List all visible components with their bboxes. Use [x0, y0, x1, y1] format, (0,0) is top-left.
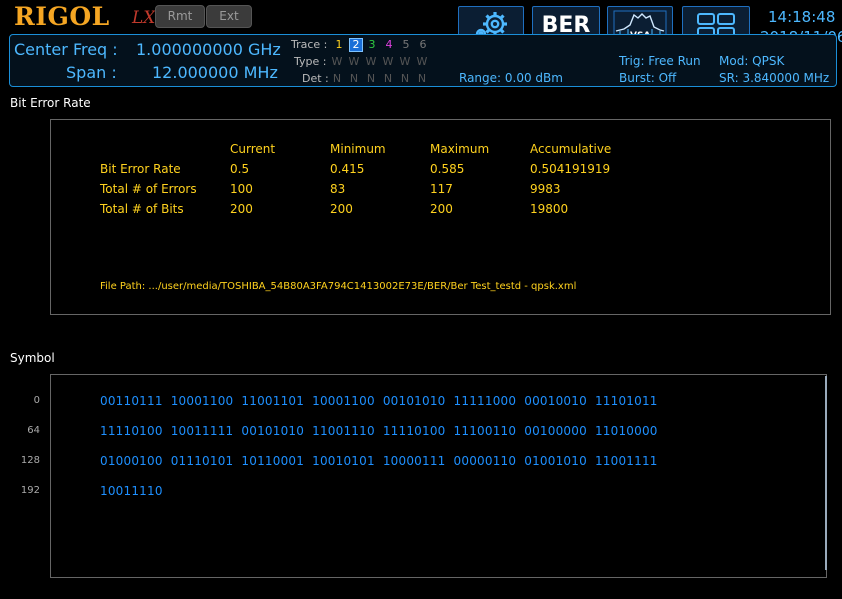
- trace-det: N: [349, 72, 359, 85]
- remote-button[interactable]: Rmt: [155, 5, 205, 28]
- trace-1[interactable]: 1: [333, 38, 345, 51]
- table-cell: 0.585: [430, 162, 465, 176]
- trace-type: W: [365, 55, 377, 68]
- range-value[interactable]: Range: 0.00 dBm: [459, 71, 563, 85]
- symbol-rate-status: SR: 3.840000 MHz: [719, 71, 830, 85]
- trace-det: N: [332, 72, 342, 85]
- symbol-row: 01000100 01110101 10110001 10010101 1000…: [100, 454, 658, 468]
- table-cell: 0.5: [230, 162, 250, 176]
- center-freq-value[interactable]: 1.000000000 GHz: [136, 40, 281, 59]
- det-label: Det :: [302, 72, 329, 85]
- column-header: Current: [230, 142, 276, 156]
- span-label: Span :: [66, 63, 117, 82]
- column-header: Maximum: [430, 142, 490, 156]
- row-index: 128: [20, 455, 40, 466]
- trace-type: W: [416, 55, 428, 68]
- row-label: Bit Error Rate: [100, 162, 181, 176]
- trace-det: N: [383, 72, 393, 85]
- type-label: Type :: [294, 55, 327, 68]
- clock-time: 14:18:48: [768, 8, 836, 26]
- row-label: Total # of Bits: [100, 202, 184, 216]
- trace-det: N: [366, 72, 376, 85]
- trace-4[interactable]: 4: [383, 38, 395, 51]
- center-freq-label: Center Freq :: [14, 40, 118, 59]
- symbol-scrollbar[interactable]: [825, 376, 827, 570]
- trace-type: W: [348, 55, 360, 68]
- table-cell: 0.415: [330, 162, 365, 176]
- table-cell: 117: [430, 182, 453, 196]
- trigger-status: Trig: Free Run: [619, 54, 701, 68]
- trace-type: W: [382, 55, 394, 68]
- symbol-row: 00110111 10001100 11001101 10001100 0010…: [100, 394, 658, 408]
- column-header: Accumulative: [530, 142, 612, 156]
- table-cell: 0.504191919: [530, 162, 611, 176]
- row-index: 64: [27, 425, 40, 436]
- ber-section-title: Bit Error Rate: [10, 96, 91, 110]
- modulation-status: Mod: QPSK: [719, 54, 785, 68]
- column-header: Minimum: [330, 142, 386, 156]
- row-index: 192: [20, 485, 40, 496]
- trace-label: Trace :: [291, 38, 328, 51]
- table-cell: 200: [230, 202, 253, 216]
- symbol-row: 10011110: [100, 484, 163, 498]
- trace-det: N: [400, 72, 410, 85]
- trace-3[interactable]: 3: [366, 38, 378, 51]
- rigol-logo: RIGOL: [14, 2, 110, 31]
- table-cell: 9983: [530, 182, 561, 196]
- trace-2-selected[interactable]: 2: [349, 38, 363, 52]
- trace-5[interactable]: 5: [400, 38, 412, 51]
- file-path: File Path: .../user/media/TOSHIBA_54B80A…: [100, 281, 577, 292]
- span-value[interactable]: 12.000000 MHz: [152, 63, 278, 82]
- symbol-row: 11110100 10011111 00101010 11001110 1111…: [100, 424, 658, 438]
- table-cell: 100: [230, 182, 253, 196]
- table-cell: 83: [330, 182, 346, 196]
- symbol-section-title: Symbol: [10, 351, 55, 365]
- trace-6[interactable]: 6: [417, 38, 429, 51]
- table-cell: 19800: [530, 202, 569, 216]
- table-cell: 200: [330, 202, 353, 216]
- trace-type: W: [331, 55, 343, 68]
- burst-status: Burst: Off: [619, 71, 677, 85]
- external-button[interactable]: Ext: [206, 5, 252, 28]
- trace-type: W: [399, 55, 411, 68]
- row-label: Total # of Errors: [100, 182, 197, 196]
- trace-det: N: [417, 72, 427, 85]
- table-cell: 200: [430, 202, 453, 216]
- row-index: 0: [33, 395, 40, 406]
